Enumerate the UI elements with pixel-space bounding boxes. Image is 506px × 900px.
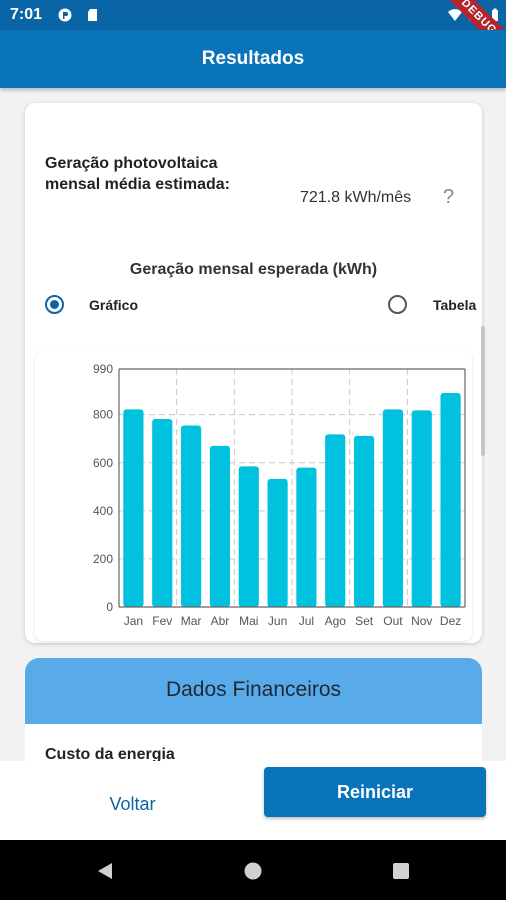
chart-bar (152, 419, 173, 607)
generation-label: Geração photovoltaica mensal média estim… (45, 155, 230, 193)
app-bar: Resultados (0, 30, 506, 88)
x-tick-label: Fev (152, 614, 172, 628)
radio-tabela[interactable] (388, 295, 407, 314)
x-tick-label: Jun (268, 614, 287, 628)
chart-bar (440, 393, 461, 607)
y-tick-label: 200 (93, 552, 113, 566)
radio-tabela-label[interactable]: Tabela (433, 297, 476, 313)
chart-bar (353, 435, 375, 607)
results-card: Geração photovoltaica mensal média estim… (25, 103, 482, 643)
home-nav-icon[interactable] (244, 862, 262, 880)
radio-grafico-label[interactable]: Gráfico (89, 297, 138, 313)
app-screen: 7:01 DEBUG Resultados Geração photovolta… (0, 0, 506, 900)
y-tick-label: 800 (93, 408, 113, 422)
system-nav-bar (0, 840, 506, 900)
radio-grafico[interactable] (45, 295, 64, 314)
play-protect-icon (58, 8, 72, 22)
financial-card: Dados Financeiros Custo da energia (25, 658, 482, 761)
financial-header: Dados Financeiros (25, 658, 482, 724)
chart-bar (238, 466, 259, 607)
generation-value: 721.8 kWh/mês (300, 189, 412, 206)
x-tick-label: Nov (411, 614, 432, 628)
x-tick-label: Ago (325, 614, 347, 628)
x-tick-label: Dez (440, 614, 461, 628)
results-scroll-area[interactable]: Geração photovoltaica mensal média estim… (0, 88, 506, 761)
chart-bar (123, 409, 144, 607)
status-time: 7:01 (10, 6, 43, 23)
x-tick-label: Jan (124, 614, 143, 628)
status-bar: 7:01 DEBUG (0, 0, 506, 63)
financial-title: Dados Financeiros (165, 678, 342, 701)
chart-bar (325, 434, 346, 607)
chart-bar (296, 467, 317, 607)
help-icon[interactable]: ? (443, 186, 454, 209)
reset-button[interactable]: Reiniciar (264, 767, 486, 817)
x-tick-label: Abr (211, 614, 230, 628)
chart-bar (180, 425, 202, 607)
x-tick-label: Set (355, 614, 374, 628)
chart-bar (209, 445, 231, 607)
recents-nav-icon[interactable] (392, 862, 410, 880)
y-tick-label: 600 (93, 456, 113, 470)
energy-cost-label: Custo da energia (45, 746, 175, 761)
sd-card-icon (88, 9, 97, 21)
chart-container: 0 200 400 600 800 990 Jan Fev Mar Abr Mai Jun Jul Ago… (35, 351, 472, 641)
x-tick-label: Out (383, 614, 403, 628)
bar-chart: 0 200 400 600 800 990 Jan Fev Mar Abr Mai Jun Jul Ago… (93, 362, 466, 628)
chart-bar (382, 409, 404, 607)
chart-bar (267, 478, 288, 607)
x-tick-label: Jul (299, 614, 314, 628)
page-title: Resultados (201, 48, 305, 69)
x-tick-label: Mai (239, 614, 258, 628)
x-tick-label: Mar (181, 614, 202, 628)
chart-bar (411, 410, 432, 607)
y-tick-label: 400 (93, 504, 113, 518)
y-tick-label: 990 (93, 362, 113, 376)
chart-title: Geração mensal esperada (kWh) (129, 261, 378, 278)
bottom-actions: Voltar Reiniciar (0, 761, 506, 840)
scrollbar[interactable] (481, 326, 485, 456)
y-tick-label: 0 (106, 600, 113, 614)
back-nav-icon[interactable] (96, 862, 114, 880)
back-button[interactable]: Voltar (80, 779, 185, 829)
